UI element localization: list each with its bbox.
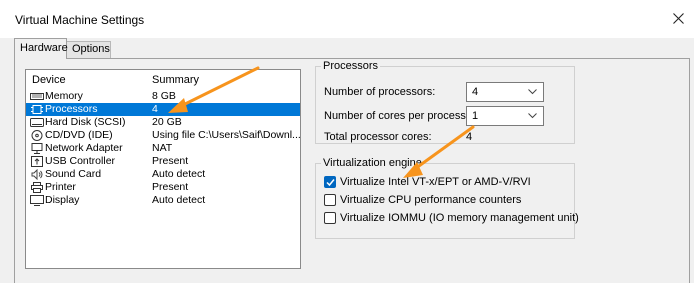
memory-icon xyxy=(30,93,44,100)
chevron-down-icon xyxy=(528,113,537,119)
device-name: Network Adapter xyxy=(45,142,123,154)
title-bar: Virtual Machine Settings xyxy=(0,0,694,38)
device-name: Hard Disk (SCSI) xyxy=(45,116,126,128)
processors-group-label: Processors xyxy=(321,60,381,72)
device-summary: Present xyxy=(152,181,189,193)
device-row-memory[interactable]: Memory 8 GB xyxy=(26,90,300,103)
device-name: Printer xyxy=(45,181,76,193)
device-summary: Using file C:\Users\Saif\Downl... xyxy=(152,129,301,141)
device-list[interactable]: Device Summary Memory 8 GB Processors 4 … xyxy=(25,69,301,269)
device-name: Processors xyxy=(45,103,98,115)
device-row-network-adapter[interactable]: Network Adapter NAT xyxy=(26,142,300,155)
printer-icon xyxy=(31,182,43,193)
device-name: CD/DVD (IDE) xyxy=(45,129,113,141)
close-icon xyxy=(673,13,684,24)
device-row-processors[interactable]: Processors 4 xyxy=(26,103,300,116)
checkmark-icon xyxy=(326,179,335,187)
device-row-display[interactable]: Display Auto detect xyxy=(26,194,300,207)
device-name: Sound Card xyxy=(45,168,102,180)
device-row-printer[interactable]: Printer Present xyxy=(26,181,300,194)
speaker-icon xyxy=(31,169,43,180)
tab-options[interactable]: Options xyxy=(67,41,111,58)
device-row-cd-dvd[interactable]: CD/DVD (IDE) Using file C:\Users\Saif\Do… xyxy=(26,129,301,142)
hard-disk-icon xyxy=(30,118,44,127)
usb-icon xyxy=(31,156,43,167)
device-summary: Auto detect xyxy=(152,194,206,206)
device-row-sound-card[interactable]: Sound Card Auto detect xyxy=(26,168,300,181)
close-button[interactable] xyxy=(664,4,694,34)
vtx-label[interactable]: Virtualize Intel VT-x/EPT or AMD-V/RVI xyxy=(340,176,531,188)
virtualization-engine-group: Virtualization engine Virtualize Intel V… xyxy=(315,157,579,239)
device-summary: 4 xyxy=(152,103,158,115)
cd-dvd-icon xyxy=(31,130,43,141)
iommu-label[interactable]: Virtualize IOMMU (IO memory management u… xyxy=(340,212,579,224)
total-cores-label: Total processor cores: xyxy=(324,131,432,143)
device-row-hard-disk[interactable]: Hard Disk (SCSI) 20 GB xyxy=(26,116,300,129)
device-summary: 8 GB xyxy=(152,90,176,102)
total-cores-value: 4 xyxy=(466,131,473,143)
network-adapter-icon xyxy=(31,143,43,154)
num-processors-label: Number of processors: xyxy=(324,86,436,98)
iommu-checkbox[interactable] xyxy=(324,212,336,224)
tab-hardware[interactable]: Hardware xyxy=(14,38,68,59)
window-title: Virtual Machine Settings xyxy=(15,13,145,27)
virtualization-group-label: Virtualization engine xyxy=(321,157,424,169)
num-processors-select[interactable]: 4 xyxy=(466,82,544,102)
device-name: USB Controller xyxy=(45,155,116,167)
vtx-checkbox[interactable] xyxy=(324,176,336,188)
device-summary: NAT xyxy=(152,142,173,154)
display-icon xyxy=(30,195,44,206)
device-summary: Present xyxy=(152,155,189,167)
device-row-usb-controller[interactable]: USB Controller Present xyxy=(26,155,300,168)
cpu-perf-counters-checkbox[interactable] xyxy=(324,194,336,206)
chevron-down-icon xyxy=(528,89,537,95)
device-summary: 20 GB xyxy=(152,116,182,128)
cores-per-processor-value: 1 xyxy=(472,110,479,122)
hardware-panel: Device Summary Memory 8 GB Processors 4 … xyxy=(14,58,690,283)
column-header-summary[interactable]: Summary xyxy=(152,74,199,86)
device-name: Memory xyxy=(45,90,83,102)
processor-icon xyxy=(31,105,43,114)
cores-per-processor-label: Number of cores per processor: xyxy=(324,110,479,122)
cpu-perf-counters-label[interactable]: Virtualize CPU performance counters xyxy=(340,194,521,206)
processors-group: Processors Number of processors: 4 Numbe… xyxy=(315,60,575,144)
device-summary: Auto detect xyxy=(152,168,206,180)
num-processors-value: 4 xyxy=(472,86,479,98)
device-name: Display xyxy=(45,194,80,206)
column-header-device[interactable]: Device xyxy=(32,74,66,86)
cores-per-processor-select[interactable]: 1 xyxy=(466,106,544,126)
